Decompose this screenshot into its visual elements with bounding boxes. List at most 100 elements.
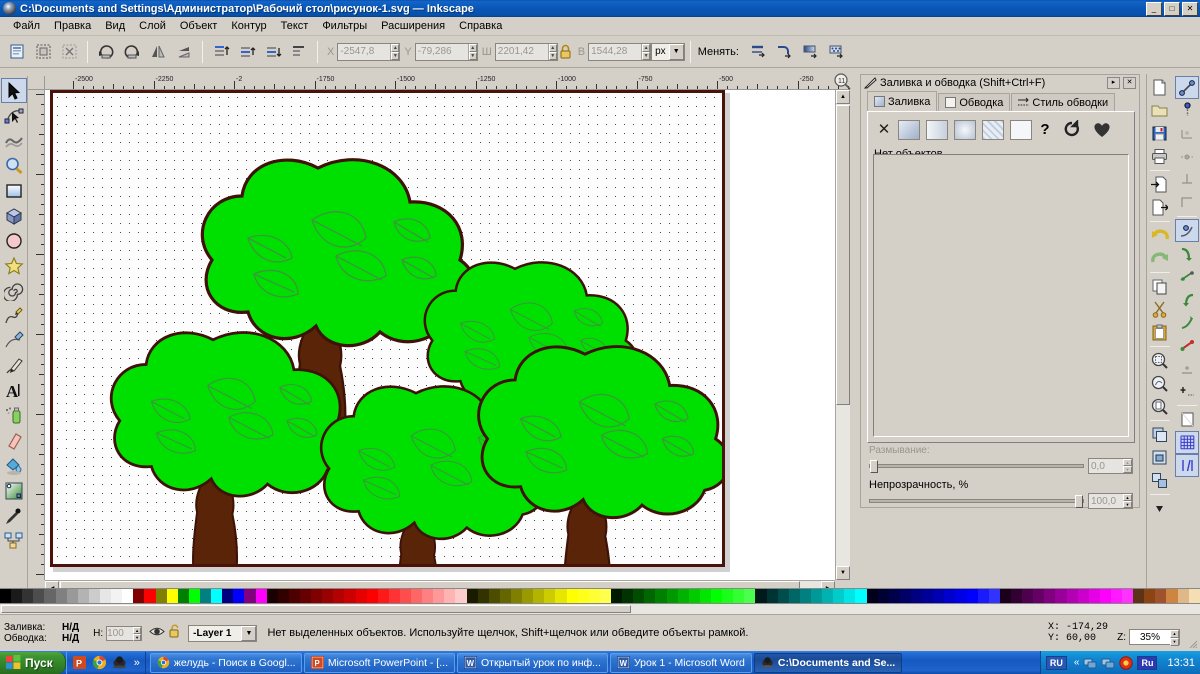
height-stepper[interactable]: ▲ ▼: [641, 43, 651, 60]
vertical-ruler[interactable]: [28, 90, 45, 580]
menu-help[interactable]: Справка: [452, 18, 509, 34]
tree-drawing[interactable]: [53, 93, 722, 564]
maximize-button[interactable]: □: [1164, 2, 1180, 16]
minimize-button[interactable]: _: [1146, 2, 1162, 16]
fill-solid-icon[interactable]: [1092, 120, 1112, 140]
palette-swatch[interactable]: [199, 589, 212, 603]
node-add-icon[interactable]: [1175, 380, 1199, 403]
node-delete-icon[interactable]: [1175, 122, 1199, 145]
width-input[interactable]: [495, 43, 548, 60]
menu-file[interactable]: Файл: [6, 18, 47, 34]
width-stepper[interactable]: ▲ ▼: [547, 43, 557, 60]
palette-swatch[interactable]: [99, 589, 112, 603]
palette-swatch[interactable]: [211, 589, 223, 603]
palette-swatch[interactable]: [844, 589, 856, 603]
language-indicator[interactable]: RU: [1045, 655, 1067, 670]
palette-swatch[interactable]: [111, 589, 123, 603]
node-smooth-icon[interactable]: [1175, 242, 1199, 265]
spiral-tool[interactable]: [1, 278, 27, 303]
chrome-quick-icon[interactable]: [92, 655, 107, 670]
color-palette[interactable]: [0, 588, 1200, 604]
palette-swatch[interactable]: [188, 589, 200, 603]
node-symmetric-icon[interactable]: [1175, 265, 1199, 288]
blur-slider-knob[interactable]: [870, 460, 878, 473]
rotate-90-cw-icon[interactable]: [120, 40, 144, 64]
menu-edit[interactable]: Правка: [47, 18, 98, 34]
y-input[interactable]: [415, 43, 468, 60]
palette-swatch[interactable]: [622, 589, 634, 603]
palette-swatch[interactable]: [1099, 589, 1111, 603]
zoom-spinner[interactable]: ▲▼: [1129, 629, 1180, 646]
palette-swatch[interactable]: [799, 589, 811, 603]
palette-swatch[interactable]: [1177, 589, 1189, 603]
palette-swatch[interactable]: [944, 589, 956, 603]
palette-swatch[interactable]: [11, 589, 23, 603]
chevron-down-icon-layer[interactable]: ▼: [241, 625, 257, 641]
palette-scroll-thumb[interactable]: [1, 605, 631, 613]
quick-launch-more-icon[interactable]: »: [134, 657, 140, 669]
affect-rounded-corners-icon[interactable]: [772, 40, 796, 64]
node-segment-icon[interactable]: [1175, 191, 1199, 214]
node-insert-icon[interactable]: [1175, 99, 1199, 122]
palette-swatch[interactable]: [55, 589, 67, 603]
close-button[interactable]: ✕: [1182, 2, 1198, 16]
palette-swatch[interactable]: [522, 589, 534, 603]
palette-swatch[interactable]: [255, 589, 267, 603]
palette-swatch[interactable]: [1166, 589, 1178, 603]
object-to-path-icon[interactable]: [1175, 357, 1199, 380]
palette-swatch[interactable]: [766, 589, 778, 603]
open-document-icon[interactable]: [1148, 99, 1172, 122]
opacity-slider-row[interactable]: ▲▼: [869, 493, 1133, 509]
ungroup-icon[interactable]: [1148, 469, 1172, 492]
fill-stroke-indicator[interactable]: Заливка: Н/Д Обводка: Н/Д: [4, 622, 79, 644]
palette-swatch[interactable]: [233, 589, 245, 603]
horizontal-ruler[interactable]: -2500 -2250 -2 -1750 -1500 -1250 -1000 -750 -500…: [45, 76, 850, 90]
pattern-button[interactable]: [982, 120, 1004, 140]
palette-swatch[interactable]: [77, 589, 89, 603]
tree-5[interactable]: [477, 345, 722, 564]
clock[interactable]: 13:31: [1167, 657, 1195, 669]
units-dropdown[interactable]: px ▼: [651, 42, 685, 61]
canvas-vertical-scrollbar[interactable]: ▲ ▼: [835, 90, 850, 580]
scroll-down-arrow[interactable]: ▼: [836, 566, 850, 580]
palette-swatch[interactable]: [277, 589, 289, 603]
palette-swatch[interactable]: [455, 589, 467, 603]
powerpoint-quick-icon[interactable]: P: [72, 655, 87, 670]
tab-stroke-style[interactable]: Стиль обводки: [1011, 93, 1116, 111]
palette-swatch[interactable]: [155, 589, 167, 603]
palette-swatch[interactable]: [755, 589, 767, 603]
tab-fill[interactable]: Заливка: [867, 91, 938, 111]
palette-swatch[interactable]: [655, 589, 667, 603]
palette-swatch[interactable]: [1088, 589, 1100, 603]
palette-swatch[interactable]: [0, 589, 12, 603]
palette-swatch[interactable]: [633, 589, 645, 603]
palette-swatch[interactable]: [666, 589, 678, 603]
palette-swatch[interactable]: [588, 589, 600, 603]
blur-input[interactable]: [1089, 459, 1123, 473]
palette-swatch[interactable]: [611, 589, 623, 603]
palette-swatch[interactable]: [133, 589, 145, 603]
blur-slider-row[interactable]: ▲▼: [869, 458, 1133, 474]
palette-swatch[interactable]: [788, 589, 800, 603]
palette-swatch[interactable]: [299, 589, 312, 603]
selector-tool[interactable]: [0, 78, 27, 103]
tray-language-icon[interactable]: Ru: [1137, 655, 1158, 670]
task-button-word-2[interactable]: W Урок 1 - Microsoft Word: [609, 652, 752, 673]
x-stepper[interactable]: ▲ ▼: [390, 43, 400, 60]
palette-swatch[interactable]: [122, 589, 134, 603]
deselect-icon[interactable]: [57, 40, 81, 64]
palette-swatch[interactable]: [1122, 589, 1134, 603]
palette-swatch[interactable]: [44, 589, 56, 603]
palette-swatch[interactable]: [1010, 589, 1023, 603]
document-page[interactable]: [50, 90, 725, 567]
task-button-powerpoint[interactable]: P Microsoft PowerPoint - [...: [303, 652, 456, 673]
palette-swatch[interactable]: [488, 589, 500, 603]
height-input[interactable]: [589, 43, 642, 60]
palette-swatch[interactable]: [533, 589, 545, 603]
menu-filters[interactable]: Фильтры: [315, 18, 374, 34]
dropper-tool[interactable]: [1, 503, 27, 528]
export-icon[interactable]: [1148, 196, 1172, 219]
palette-swatch[interactable]: [1066, 589, 1078, 603]
palette-swatch[interactable]: [222, 589, 234, 603]
menu-object[interactable]: Объект: [173, 18, 224, 34]
